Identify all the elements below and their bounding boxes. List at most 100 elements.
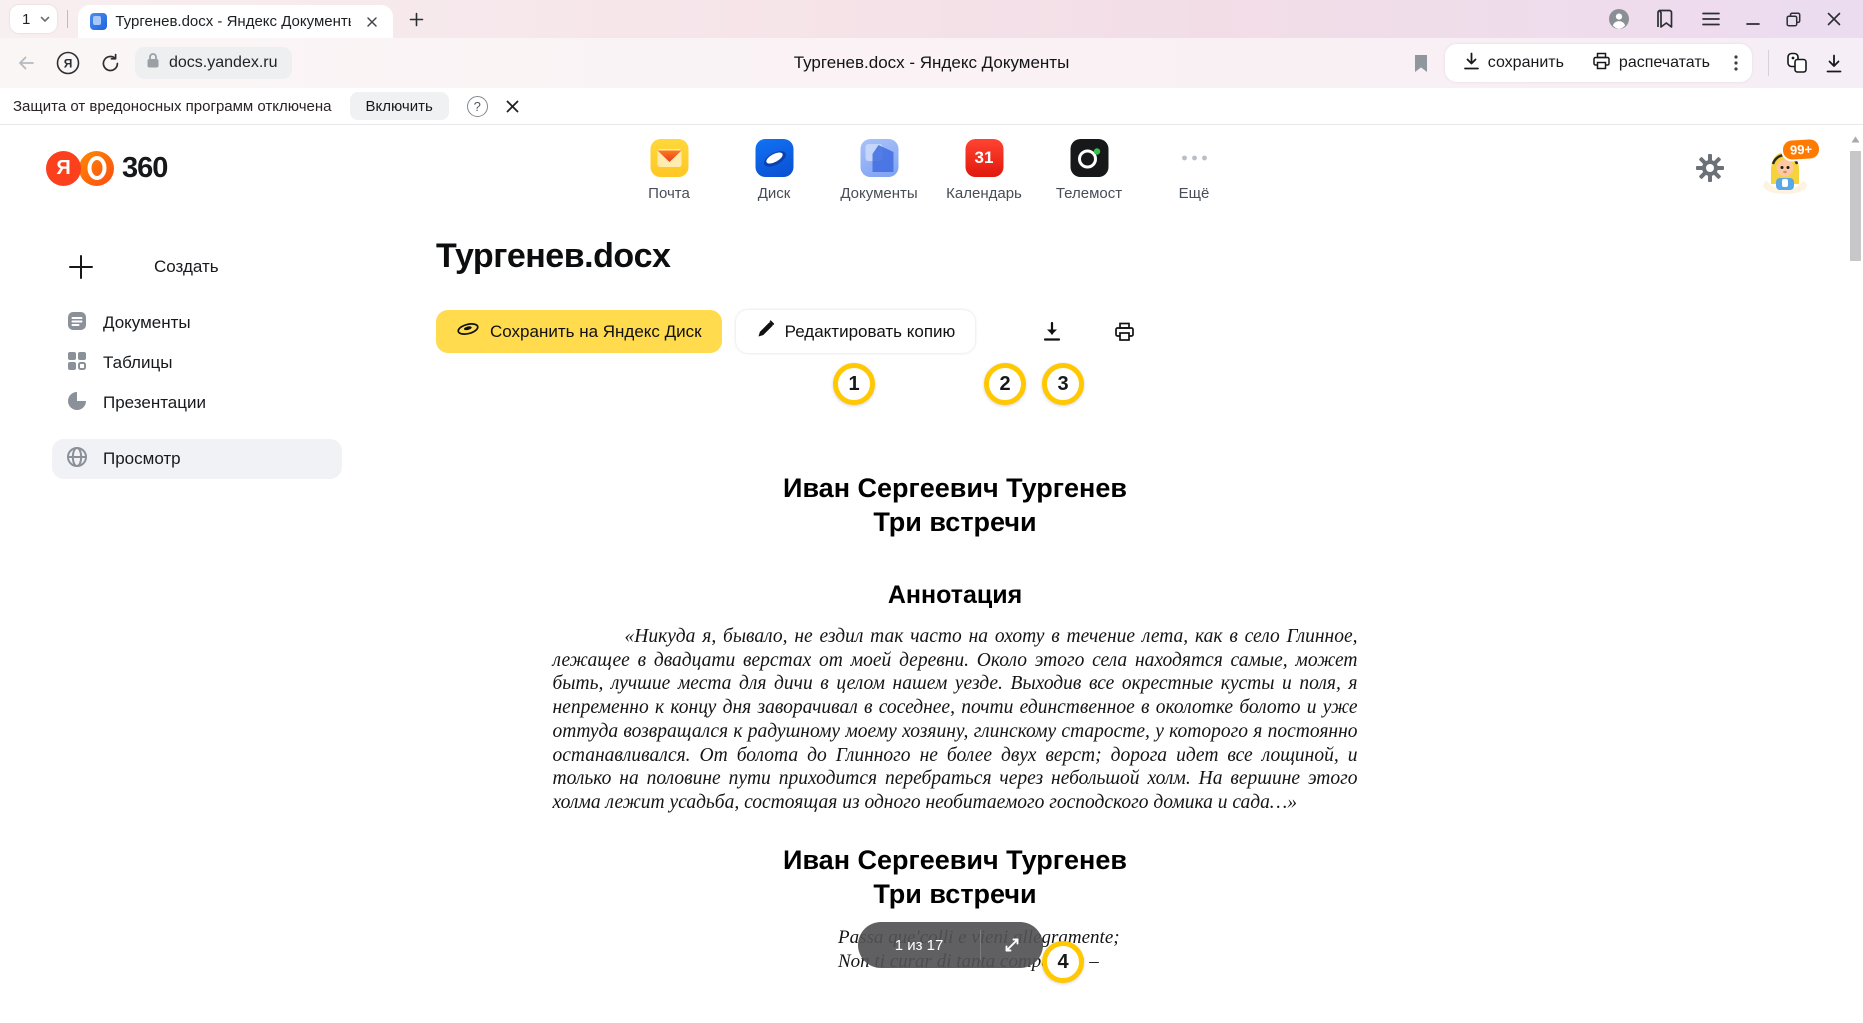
enable-protection-button[interactable]: Включить [350, 92, 449, 120]
documents-icon [66, 310, 88, 337]
yandex-logo-icon: Я [46, 151, 81, 186]
user-avatar[interactable]: 99+ [1763, 146, 1807, 190]
menu-hamburger-icon[interactable] [1702, 12, 1720, 26]
page-scrollbar[interactable] [1849, 131, 1862, 1023]
app-item-telemost[interactable]: Телемост [1053, 139, 1125, 202]
sidebar-item-documents[interactable]: Документы [0, 303, 335, 343]
page-title: Тургенев.docx - Яндекс Документы [794, 53, 1070, 73]
edit-copy-label: Редактировать копию [785, 322, 956, 342]
tables-icon [66, 350, 88, 377]
presentations-icon [66, 390, 88, 417]
tab-close-icon[interactable] [359, 9, 385, 35]
page-indicator-label: 1 из 17 [858, 937, 980, 954]
pencil-icon [756, 320, 775, 344]
app-item-disk[interactable]: Диск [738, 139, 810, 202]
side-panel-icon[interactable] [1656, 8, 1676, 30]
warning-text: Защита от вредоносных программ отключена [13, 98, 332, 115]
help-icon[interactable]: ? [467, 96, 488, 117]
warning-close-icon[interactable] [506, 100, 519, 113]
more-apps-icon [1175, 139, 1213, 177]
doc-heading-annotation: Аннотация [437, 578, 1473, 612]
address-bar[interactable]: docs.yandex.ru [135, 47, 292, 79]
more-actions-kebab-icon[interactable] [1726, 47, 1746, 79]
window-minimize-icon[interactable] [1746, 12, 1760, 26]
save-page-label: сохранить [1488, 54, 1564, 72]
extensions-icon[interactable] [1785, 51, 1809, 75]
download-document-button[interactable] [1031, 310, 1073, 353]
scrollbar-up-arrow[interactable] [1849, 131, 1862, 147]
sidebar: Создать Документы Таблицы Презентации [0, 211, 345, 1023]
browser-tab[interactable]: Тургенев.docx - Яндекс Документы [78, 5, 393, 38]
app-switcher: Почта Диск Документы 31 Календарь Телемо… [633, 139, 1230, 202]
scrollbar-thumb[interactable] [1850, 151, 1861, 261]
url-text: docs.yandex.ru [169, 54, 278, 72]
doc-heading-title: Три встречи [437, 505, 1473, 539]
page-actions-card: сохранить распечатать [1445, 44, 1752, 82]
new-tab-button[interactable] [403, 6, 429, 32]
browser-toolbar: Я docs.yandex.ru Тургенев.docx - Яндекс … [0, 38, 1863, 88]
create-button[interactable]: Создать [0, 249, 345, 285]
calendar-icon: 31 [965, 139, 1003, 177]
sidebar-item-tables[interactable]: Таблицы [0, 343, 335, 383]
mail-icon [650, 139, 688, 177]
divider [67, 10, 68, 28]
printer-icon [1114, 322, 1135, 342]
tab-counter-value: 1 [10, 11, 39, 28]
print-page-button[interactable]: распечатать [1580, 47, 1722, 79]
logo-360-text: 360 [122, 152, 167, 185]
annotation-circle-2: 2 [984, 363, 1026, 405]
annotation-circle-3: 3 [1042, 363, 1084, 405]
tab-counter[interactable]: 1 [10, 5, 57, 33]
app-label: Диск [758, 185, 791, 202]
bookmark-icon[interactable] [1413, 54, 1429, 73]
profile-avatar-icon[interactable] [1608, 8, 1630, 30]
annotation-circle-4: 4 [1042, 941, 1084, 983]
yandex360-o-icon [79, 151, 114, 186]
print-document-button[interactable] [1103, 310, 1145, 353]
downloads-icon[interactable] [1825, 54, 1843, 73]
app-label: Почта [648, 185, 690, 202]
divider [1768, 50, 1769, 76]
save-to-disk-label: Сохранить на Яндекс Диск [490, 322, 702, 342]
chevron-down-icon[interactable] [39, 13, 51, 25]
app-label: Документы [840, 185, 917, 202]
print-page-label: распечатать [1619, 54, 1710, 72]
app-item-mail[interactable]: Почта [633, 139, 705, 202]
doc-heading-author: Иван Сергеевич Тургенев [437, 471, 1473, 505]
settings-gear-icon[interactable] [1695, 153, 1725, 183]
window-close-icon[interactable] [1827, 12, 1841, 26]
app-item-more[interactable]: Ещё [1158, 139, 1230, 202]
create-label: Создать [154, 257, 219, 277]
yandex-disk-icon [456, 321, 480, 342]
notifications-badge: 99+ [1780, 137, 1821, 162]
app-label: Календарь [946, 185, 1022, 202]
yandex-search-icon[interactable]: Я [56, 51, 80, 75]
save-to-disk-button[interactable]: Сохранить на Яндекс Диск [436, 310, 722, 353]
back-icon[interactable] [16, 53, 36, 73]
sidebar-item-view[interactable]: Просмотр [52, 439, 342, 479]
sidebar-item-presentations[interactable]: Презентации [0, 383, 335, 423]
yandex360-logo[interactable]: Я 360 [46, 151, 167, 186]
app-item-docs[interactable]: Документы [843, 139, 915, 202]
sidebar-item-label: Документы [103, 313, 191, 333]
telemost-icon [1070, 139, 1108, 177]
document-preview: Иван Сергеевич Тургенев Три встречи Анно… [437, 471, 1473, 974]
app-item-calendar[interactable]: 31 Календарь [948, 139, 1020, 202]
download-icon [1042, 321, 1062, 342]
protect-warning-bar: Защита от вредоносных программ отключена… [0, 88, 1863, 125]
yandex360-header: Я 360 Почта Диск Документы 31 Календар [0, 125, 1863, 211]
app-label: Телемост [1056, 185, 1122, 202]
doc-heading-title-2: Три встречи [437, 877, 1473, 911]
edit-copy-button[interactable]: Редактировать копию [736, 310, 976, 353]
document-title: Тургенев.docx [436, 237, 670, 276]
document-favicon-icon [90, 13, 107, 30]
sidebar-item-label: Таблицы [103, 353, 172, 373]
fullscreen-expand-icon[interactable] [981, 935, 1043, 955]
refresh-icon[interactable] [100, 53, 121, 74]
sidebar-item-label: Презентации [103, 393, 206, 413]
window-restore-icon[interactable] [1786, 12, 1801, 27]
svg-text:Я: Я [64, 57, 73, 71]
browser-tab-strip: 1 Тургенев.docx - Яндекс Документы [0, 0, 1863, 38]
save-page-button[interactable]: сохранить [1451, 47, 1576, 79]
globe-icon [66, 446, 88, 473]
